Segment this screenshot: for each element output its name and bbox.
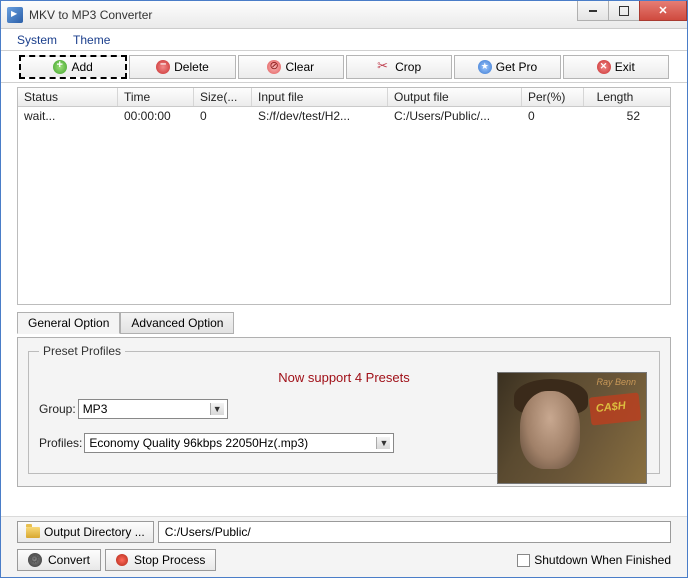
output-path-input[interactable]: C:/Users/Public/ (158, 521, 671, 543)
checkbox-icon (517, 554, 530, 567)
clear-button[interactable]: Clear (238, 55, 344, 79)
menu-theme[interactable]: Theme (65, 31, 118, 49)
col-length[interactable]: Length (584, 88, 646, 106)
toolbar: Add Delete Clear Crop Get Pro Exit (1, 51, 687, 83)
stop-icon (116, 554, 128, 566)
col-input[interactable]: Input file (252, 88, 388, 106)
tab-advanced[interactable]: Advanced Option (120, 312, 234, 334)
col-per[interactable]: Per(%) (522, 88, 584, 106)
stop-button[interactable]: Stop Process (105, 549, 216, 571)
delete-label: Delete (174, 60, 209, 74)
getpro-button[interactable]: Get Pro (454, 55, 560, 79)
crop-label: Crop (395, 60, 421, 74)
col-output[interactable]: Output file (388, 88, 522, 106)
exit-button[interactable]: Exit (563, 55, 669, 79)
convert-button[interactable]: Convert (17, 549, 101, 571)
preset-profiles-fieldset: Preset Profiles Now support 4 Presets Gr… (28, 344, 660, 474)
add-button[interactable]: Add (19, 55, 127, 79)
content-area: Status Time Size(... Input file Output f… (1, 83, 687, 516)
menubar: System Theme (1, 29, 687, 51)
minimize-button[interactable] (577, 1, 609, 21)
output-path-value: C:/Users/Public/ (165, 525, 251, 539)
profiles-label: Profiles: (39, 436, 82, 450)
crop-button[interactable]: Crop (346, 55, 452, 79)
table-row[interactable]: wait... 00:00:00 0 S:/f/dev/test/H2... C… (18, 107, 670, 125)
delete-button[interactable]: Delete (129, 55, 235, 79)
app-window: MKV to MP3 Converter System Theme Add De… (0, 0, 688, 578)
cell-length: 52 (584, 108, 646, 124)
stop-label: Stop Process (134, 553, 205, 567)
options-tabs: General Option Advanced Option (17, 311, 671, 333)
add-label: Add (71, 60, 92, 74)
profiles-value: Economy Quality 96kbps 22050Hz(.mp3) (89, 436, 308, 450)
delete-icon (156, 60, 170, 74)
tab-panel-general: Preset Profiles Now support 4 Presets Gr… (17, 337, 671, 487)
scissors-icon (377, 60, 391, 74)
group-value: MP3 (83, 402, 108, 416)
add-icon (53, 60, 67, 74)
col-status[interactable]: Status (18, 88, 118, 106)
gear-icon (28, 553, 42, 567)
output-directory-label: Output Directory ... (44, 525, 145, 539)
col-size[interactable]: Size(... (194, 88, 252, 106)
exit-icon (597, 60, 611, 74)
window-title: MKV to MP3 Converter (29, 8, 578, 22)
window-controls (578, 1, 687, 28)
maximize-button[interactable] (608, 1, 640, 21)
cell-time: 00:00:00 (118, 108, 194, 124)
titlebar: MKV to MP3 Converter (1, 1, 687, 29)
group-label: Group: (39, 402, 76, 416)
table-header: Status Time Size(... Input file Output f… (18, 88, 670, 107)
cell-size: 0 (194, 108, 252, 124)
shutdown-label: Shutdown When Finished (534, 553, 671, 567)
profiles-select[interactable]: Economy Quality 96kbps 22050Hz(.mp3) (84, 433, 394, 453)
star-icon (478, 60, 492, 74)
tab-general[interactable]: General Option (17, 312, 120, 334)
clear-icon (267, 60, 281, 74)
cell-status: wait... (18, 108, 118, 124)
convert-label: Convert (48, 553, 90, 567)
menu-system[interactable]: System (9, 31, 65, 49)
col-time[interactable]: Time (118, 88, 194, 106)
folder-icon (26, 527, 40, 538)
cell-input: S:/f/dev/test/H2... (252, 108, 388, 124)
cell-per: 0 (522, 108, 584, 124)
app-icon (7, 7, 23, 23)
file-table[interactable]: Status Time Size(... Input file Output f… (17, 87, 671, 305)
cell-output: C:/Users/Public/... (388, 108, 522, 124)
output-directory-button[interactable]: Output Directory ... (17, 521, 154, 543)
shutdown-checkbox[interactable]: Shutdown When Finished (517, 553, 671, 567)
clear-label: Clear (285, 60, 314, 74)
preset-legend: Preset Profiles (39, 344, 125, 358)
close-button[interactable] (639, 1, 687, 21)
getpro-label: Get Pro (496, 60, 537, 74)
video-preview: Ray Benn (497, 372, 647, 484)
group-select[interactable]: MP3 (78, 399, 228, 419)
exit-label: Exit (615, 60, 635, 74)
bottom-bar: Output Directory ... C:/Users/Public/ Co… (1, 516, 687, 577)
